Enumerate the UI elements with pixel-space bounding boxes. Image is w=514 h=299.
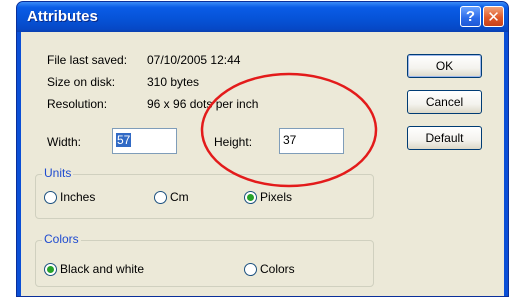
help-icon: ? bbox=[465, 8, 476, 25]
colors-group: Colors Black and white Colors bbox=[35, 232, 374, 287]
last-saved-value: 07/10/2005 12:44 bbox=[147, 53, 241, 67]
units-cm-label: Cm bbox=[170, 190, 189, 204]
attributes-dialog: Attributes ? ✕ File last saved: 07/10/20… bbox=[16, 1, 509, 297]
close-icon: ✕ bbox=[487, 8, 500, 26]
radio-checked-icon bbox=[44, 262, 57, 276]
height-field[interactable]: 37 bbox=[279, 128, 344, 154]
height-label: Height: bbox=[214, 135, 253, 149]
colors-colors-label: Colors bbox=[260, 262, 295, 276]
height-value: 37 bbox=[283, 133, 297, 147]
ok-button[interactable]: OK bbox=[407, 54, 482, 78]
cancel-button[interactable]: Cancel bbox=[407, 90, 482, 114]
dialog-body: File last saved: 07/10/2005 12:44 Size o… bbox=[21, 32, 504, 296]
units-cm-radio[interactable]: Cm bbox=[154, 190, 189, 204]
colors-colors-radio[interactable]: Colors bbox=[244, 262, 295, 276]
width-field[interactable]: 57 bbox=[112, 128, 177, 154]
units-pixels-radio[interactable]: Pixels bbox=[244, 190, 292, 204]
default-button[interactable]: Default bbox=[407, 126, 482, 150]
units-legend: Units bbox=[42, 166, 74, 180]
size-value: 310 bytes bbox=[147, 75, 200, 89]
units-inches-label: Inches bbox=[60, 190, 96, 204]
last-saved-label: File last saved: bbox=[47, 53, 128, 67]
colors-legend: Colors bbox=[42, 232, 81, 246]
resolution-label: Resolution: bbox=[47, 97, 108, 111]
units-inches-radio[interactable]: Inches bbox=[44, 190, 95, 204]
units-group: Units Inches Cm Pixels bbox=[35, 166, 374, 219]
resolution-value: 96 x 96 dots per inch bbox=[147, 97, 259, 111]
units-pixels-label: Pixels bbox=[260, 190, 293, 204]
radio-unchecked-icon bbox=[154, 190, 167, 204]
radio-checked-icon bbox=[244, 190, 257, 204]
width-label: Width: bbox=[47, 135, 82, 149]
close-button[interactable]: ✕ bbox=[483, 6, 504, 27]
title-bar[interactable]: Attributes ? ✕ bbox=[17, 2, 508, 32]
dialog-title: Attributes bbox=[27, 8, 98, 25]
colors-bw-radio[interactable]: Black and white bbox=[44, 262, 144, 276]
colors-bw-label: Black and white bbox=[60, 262, 145, 276]
radio-unchecked-icon bbox=[244, 262, 257, 276]
size-label: Size on disk: bbox=[47, 75, 116, 89]
radio-unchecked-icon bbox=[44, 190, 57, 204]
width-value: 57 bbox=[116, 133, 132, 147]
help-button[interactable]: ? bbox=[460, 6, 481, 27]
